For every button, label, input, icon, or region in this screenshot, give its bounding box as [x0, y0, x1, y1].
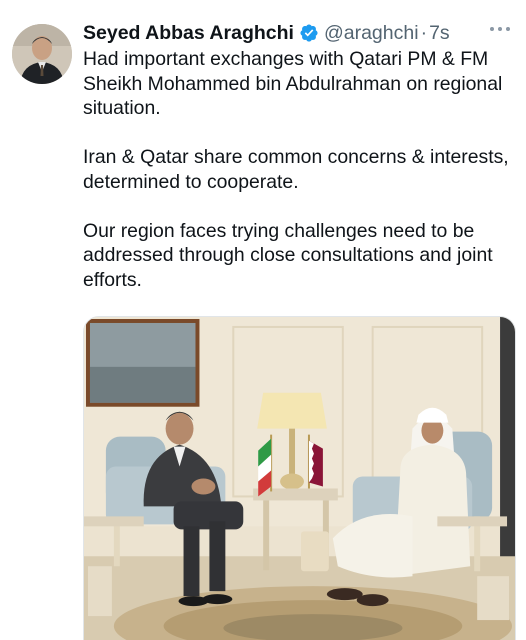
tweet-header: Seyed Abbas Araghchi @araghchi · 7s: [83, 20, 450, 46]
author-handle[interactable]: @araghchi: [324, 22, 419, 45]
timestamp[interactable]: 7s: [429, 22, 450, 45]
tweet-paragraph: Iran & Qatar share common concerns & int…: [83, 146, 509, 193]
tweet-text: Had important exchanges with Qatari PM &…: [83, 47, 519, 292]
author-avatar[interactable]: [12, 24, 72, 84]
separator-dot: ·: [420, 21, 428, 44]
author-name[interactable]: Seyed Abbas Araghchi: [83, 22, 294, 45]
meeting-photo-image: [84, 317, 515, 640]
tweet-paragraph: Had important exchanges with Qatari PM &…: [83, 48, 503, 119]
avatar-image: [12, 24, 72, 84]
tweet-photo[interactable]: [83, 316, 516, 640]
more-options-icon[interactable]: [490, 22, 510, 36]
tweet-paragraph: Our region faces trying challenges need …: [83, 219, 493, 291]
verified-badge-icon: [299, 23, 319, 43]
